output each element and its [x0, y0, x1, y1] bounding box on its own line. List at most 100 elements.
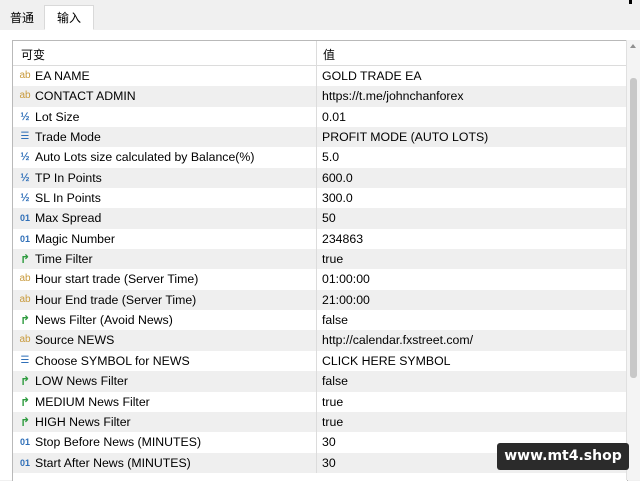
parameter-row[interactable]: ab Hour End trade (Server Time) 21:00:00	[13, 289, 627, 311]
parameter-row[interactable]: 01 Magic Number 234863	[13, 228, 627, 250]
parameter-value[interactable]: GOLD TRADE EA	[322, 69, 422, 83]
window-edge-mark	[629, 0, 632, 4]
integer-type-icon: 01	[19, 213, 30, 224]
column-divider	[316, 269, 317, 290]
column-divider	[316, 330, 317, 351]
parameter-row[interactable]: ½ TP In Points 600.0	[13, 167, 627, 189]
parameter-value[interactable]: 21:00:00	[322, 293, 370, 307]
parameter-name: Source NEWS	[35, 333, 115, 348]
parameter-row[interactable]: ☰ Trade Mode PROFIT MODE (AUTO LOTS)	[13, 127, 627, 148]
parameter-rows: ab EA NAME GOLD TRADE EA ab CONTACT ADMIN ht…	[13, 66, 627, 473]
watermark: www.mt4.shop	[497, 443, 629, 470]
column-divider[interactable]	[316, 41, 317, 65]
parameter-value[interactable]: 50	[322, 211, 336, 225]
parameter-value[interactable]: false	[322, 374, 348, 388]
tab-common[interactable]: 普通	[0, 8, 44, 30]
bool-type-icon: ↱	[19, 414, 31, 429]
column-header-variable[interactable]: 可变	[21, 46, 45, 63]
double-type-icon: ½	[20, 110, 30, 123]
parameter-value[interactable]: 234863	[322, 232, 363, 246]
parameter-name: Stop Before News (MINUTES)	[35, 435, 202, 450]
bool-type-icon: ↱	[19, 252, 31, 267]
column-divider	[316, 208, 317, 229]
parameter-name: Hour start trade (Server Time)	[35, 272, 199, 287]
parameter-row[interactable]: ab EA NAME GOLD TRADE EA	[13, 66, 627, 87]
column-divider	[316, 452, 317, 473]
parameter-value[interactable]: PROFIT MODE (AUTO LOTS)	[322, 130, 488, 144]
parameter-value[interactable]: 30	[322, 435, 336, 449]
parameter-value[interactable]: 01:00:00	[322, 272, 370, 286]
column-divider	[316, 249, 317, 270]
parameter-value[interactable]: 300.0	[322, 191, 353, 205]
parameters-grid: 可变 值 ab EA NAME GOLD TRADE EA ab CONTACT AD…	[12, 40, 628, 481]
parameter-name: Lot Size	[35, 109, 80, 124]
column-divider	[316, 86, 317, 107]
scroll-up-icon[interactable]	[630, 44, 636, 48]
parameter-row[interactable]: ☰ Choose SYMBOL for NEWS CLICK HERE SYMBOL	[13, 350, 627, 372]
parameter-value[interactable]: CLICK HERE SYMBOL	[322, 354, 450, 368]
parameter-value[interactable]: false	[322, 313, 348, 327]
parameter-row[interactable]: ↱ Time Filter true	[13, 249, 627, 270]
parameter-row[interactable]: 01 Max Spread 50	[13, 208, 627, 229]
parameter-row[interactable]: ½ Lot Size 0.01	[13, 106, 627, 128]
integer-type-icon: 01	[19, 437, 30, 448]
string-type-icon: ab	[19, 70, 31, 81]
parameter-value[interactable]: 0.01	[322, 110, 346, 124]
column-divider	[316, 66, 317, 87]
parameter-row[interactable]: ↱ HIGH News Filter true	[13, 411, 627, 433]
parameter-value[interactable]: 5.0	[322, 150, 339, 164]
column-divider	[316, 106, 317, 128]
parameter-row[interactable]: ab Source NEWS http://calendar.fxstreet.co…	[13, 330, 627, 351]
column-divider	[316, 350, 317, 372]
parameter-value[interactable]: 30	[322, 456, 336, 470]
parameter-row[interactable]: ½ Auto Lots size calculated by Balance(%)…	[13, 147, 627, 168]
parameter-name: Choose SYMBOL for NEWS	[35, 353, 190, 368]
parameter-value[interactable]: true	[322, 252, 343, 266]
double-type-icon: ½	[20, 171, 30, 184]
column-divider	[316, 310, 317, 331]
parameter-name: Magic Number	[35, 231, 115, 246]
parameter-name: HIGH News Filter	[35, 414, 131, 429]
parameter-row[interactable]: ab Hour start trade (Server Time) 01:00:00	[13, 269, 627, 290]
bool-type-icon: ↱	[19, 313, 31, 328]
double-type-icon: ½	[20, 151, 30, 164]
parameter-name: SL In Points	[35, 191, 101, 206]
column-header-value[interactable]: 值	[323, 46, 335, 63]
bool-type-icon: ↱	[19, 374, 31, 389]
column-divider	[316, 147, 317, 168]
parameter-row[interactable]: ab CONTACT ADMIN https://t.me/johnchanfore…	[13, 86, 627, 107]
column-divider	[316, 391, 317, 412]
tab-bar: 普通 输入	[0, 0, 640, 31]
parameter-value[interactable]: true	[322, 415, 343, 429]
parameter-name: Max Spread	[35, 211, 102, 226]
parameter-row[interactable]: ↱ LOW News Filter false	[13, 371, 627, 392]
vertical-scrollbar[interactable]	[626, 40, 640, 480]
parameter-value[interactable]: true	[322, 395, 343, 409]
column-divider	[316, 167, 317, 189]
parameter-name: MEDIUM News Filter	[35, 394, 150, 409]
string-type-icon: ab	[19, 334, 31, 346]
scrollbar-thumb[interactable]	[630, 78, 637, 378]
column-divider	[316, 432, 317, 453]
parameter-name: Hour End trade (Server Time)	[35, 292, 197, 307]
parameter-name: Time Filter	[35, 252, 93, 267]
parameter-row[interactable]: ↱ News Filter (Avoid News) false	[13, 310, 627, 331]
column-divider	[316, 371, 317, 392]
parameter-value[interactable]: https://t.me/johnchanforex	[322, 89, 464, 103]
grid-header: 可变 值	[13, 41, 627, 66]
parameter-row[interactable]: ↱ MEDIUM News Filter true	[13, 391, 627, 412]
integer-type-icon: 01	[19, 233, 30, 244]
parameter-name: LOW News Filter	[35, 374, 128, 389]
parameter-name: TP In Points	[35, 170, 102, 185]
string-type-icon: ab	[19, 90, 31, 102]
column-divider	[316, 188, 317, 209]
parameter-name: Start After News (MINUTES)	[35, 455, 191, 470]
integer-type-icon: 01	[19, 457, 30, 468]
parameter-value[interactable]: 600.0	[322, 171, 353, 185]
parameter-row[interactable]: ½ SL In Points 300.0	[13, 188, 627, 209]
tab-inputs[interactable]: 输入	[44, 5, 95, 30]
double-type-icon: ½	[20, 192, 30, 205]
column-divider	[316, 411, 317, 433]
parameter-value[interactable]: http://calendar.fxstreet.com/	[322, 333, 473, 347]
parameter-name: News Filter (Avoid News)	[35, 313, 173, 328]
